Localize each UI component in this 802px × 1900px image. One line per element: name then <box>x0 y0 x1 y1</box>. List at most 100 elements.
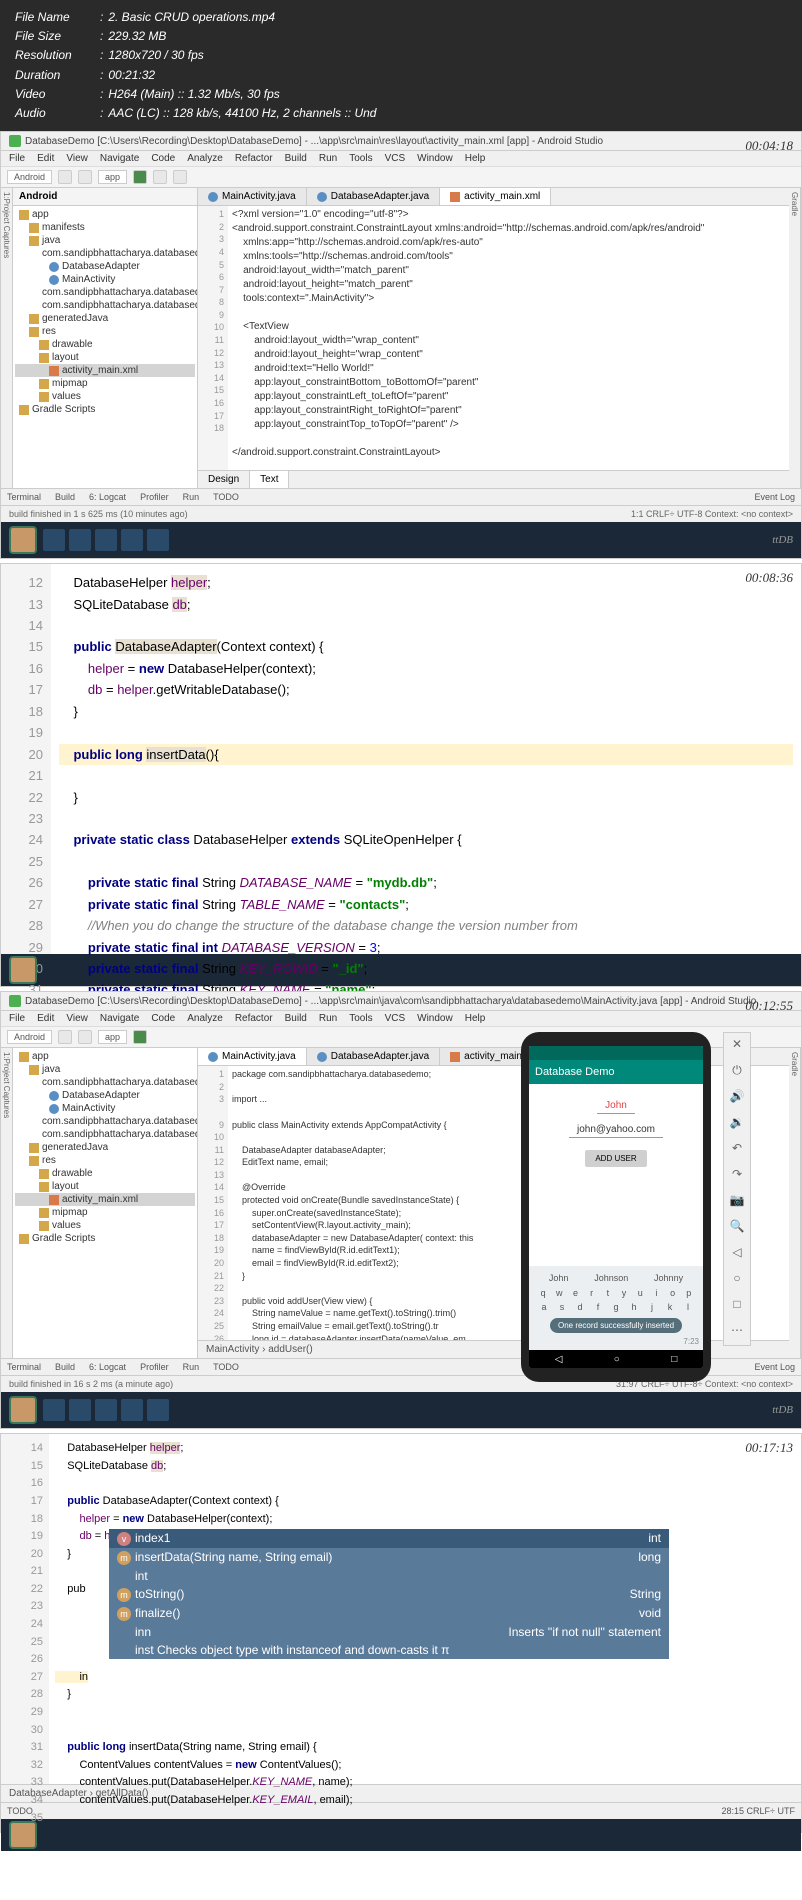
menu-build[interactable]: Build <box>285 153 307 164</box>
menu-file[interactable]: File <box>9 153 25 164</box>
code-editor[interactable]: 123456789101112131415161718 <?xml versio… <box>198 206 789 470</box>
ac-item[interactable]: vindex1int <box>109 1529 669 1548</box>
design-tab[interactable]: Design <box>198 471 250 488</box>
tab-terminal[interactable]: Terminal <box>7 492 41 502</box>
tab-profiler[interactable]: Profiler <box>140 492 169 502</box>
add-user-button[interactable]: ADD USER <box>585 1150 646 1167</box>
close-icon[interactable]: ✕ <box>728 1037 746 1055</box>
menu-tools[interactable]: Tools <box>349 153 372 164</box>
text-tab[interactable]: Text <box>250 471 289 488</box>
rotate-right-icon[interactable]: ↷ <box>728 1167 746 1185</box>
file-metadata-panel: File Name:2. Basic CRUD operations.mp4 F… <box>0 0 802 131</box>
tree-mipmap[interactable]: mipmap <box>15 377 195 390</box>
ac-item[interactable]: minsertData(String name, String email)lo… <box>109 1548 669 1567</box>
ac-item[interactable]: int <box>109 1567 669 1585</box>
nav-bar[interactable]: ◁○□ <box>529 1350 703 1368</box>
camera-icon[interactable]: 📷 <box>728 1193 746 1211</box>
left-gutter[interactable]: 1:Project Captures <box>1 1048 13 1358</box>
home-icon[interactable]: ○ <box>728 1271 746 1289</box>
android-studio-icon <box>9 995 21 1007</box>
bottom-tool-tabs: Terminal Build 6: Logcat Profiler Run TO… <box>1 488 801 505</box>
menu-run[interactable]: Run <box>319 153 337 164</box>
tree-cls1[interactable]: DatabaseAdapter <box>15 260 195 273</box>
tree-pkg2[interactable]: com.sandipbhattacharya.databasedemo (and… <box>15 286 195 299</box>
menu-navigate[interactable]: Navigate <box>100 153 139 164</box>
volume-up-icon[interactable]: 🔊 <box>728 1089 746 1107</box>
tab-todo[interactable]: TODO <box>213 492 239 502</box>
menu-window[interactable]: Window <box>417 153 453 164</box>
tree-activity-main[interactable]: activity_main.xml <box>15 364 195 377</box>
tree-values[interactable]: values <box>15 390 195 403</box>
toolbar-button[interactable] <box>58 170 72 184</box>
tab-logcat[interactable]: 6: Logcat <box>89 492 126 502</box>
menu-refactor[interactable]: Refactor <box>235 153 273 164</box>
right-gutter[interactable]: Gradle <box>789 188 801 488</box>
rotate-left-icon[interactable]: ↶ <box>728 1141 746 1159</box>
tree-java[interactable]: java <box>15 234 195 247</box>
module-dropdown[interactable]: app <box>98 170 127 184</box>
more-icon[interactable]: ⋯ <box>728 1323 746 1341</box>
right-gutter[interactable]: Gradle <box>789 1048 801 1358</box>
debug-button[interactable] <box>153 170 167 184</box>
code-editor[interactable]: 1213141516171819202122232425262728293031… <box>1 564 801 954</box>
tree-gen[interactable]: generatedJava <box>15 312 195 325</box>
tab-mainactivity[interactable]: MainActivity.java <box>198 188 307 205</box>
emulator-toolbar[interactable]: ✕ ⏻ 🔊 🔉 ↶ ↷ 📷 🔍 ◁ ○ □ ⋯ <box>723 1032 751 1346</box>
view-dropdown[interactable]: Android <box>7 170 52 184</box>
menu-code[interactable]: Code <box>151 153 175 164</box>
project-panel[interactable]: app java com.sandipbhattacharya.database… <box>13 1048 198 1358</box>
toolbar-button[interactable] <box>78 170 92 184</box>
menu-help[interactable]: Help <box>465 153 486 164</box>
menu-view[interactable]: View <box>66 153 88 164</box>
ide-menubar[interactable]: FileEditViewNavigateCodeAnalyzeRefactorB… <box>1 1011 801 1027</box>
ide-menubar[interactable]: File Edit View Navigate Code Analyze Ref… <box>1 151 801 167</box>
tree-pkg1[interactable]: com.sandipbhattacharya.databasedemo <box>15 247 195 260</box>
run-button[interactable] <box>133 170 147 184</box>
back-icon[interactable]: ◁ <box>728 1245 746 1263</box>
event-log[interactable]: Event Log <box>754 492 795 502</box>
tree-manifests[interactable]: manifests <box>15 221 195 234</box>
menu-vcs[interactable]: VCS <box>385 153 406 164</box>
tab-run[interactable]: Run <box>183 492 200 502</box>
instructor-avatar <box>9 1821 37 1849</box>
ac-item[interactable]: inst Checks object type with instanceof … <box>109 1641 669 1659</box>
tree-app[interactable]: app <box>15 208 195 221</box>
tree-cls2[interactable]: MainActivity <box>15 273 195 286</box>
taskbar-icon[interactable] <box>121 529 143 551</box>
tab-xml[interactable]: activity_main.xml <box>440 188 551 205</box>
left-gutter[interactable]: 1:Project Captures <box>1 188 13 488</box>
android-emulator[interactable]: Database Demo John john@yahoo.com ADD US… <box>521 1032 711 1382</box>
autocomplete-popup[interactable]: vindex1int minsertData(String name, Stri… <box>109 1529 669 1659</box>
toolbar-button[interactable] <box>173 170 187 184</box>
tree-gradle[interactable]: Gradle Scripts <box>15 403 195 416</box>
name-input[interactable]: John <box>597 1098 635 1114</box>
java-content[interactable]: DatabaseHelper helper; SQLiteDatabase db… <box>51 564 801 954</box>
xml-content[interactable]: <?xml version="1.0" encoding="utf-8"?> <… <box>228 206 789 470</box>
power-icon[interactable]: ⏻ <box>728 1063 746 1081</box>
volume-down-icon[interactable]: 🔉 <box>728 1115 746 1133</box>
menu-edit[interactable]: Edit <box>37 153 54 164</box>
overview-icon[interactable]: □ <box>728 1297 746 1315</box>
ac-item[interactable]: innInserts ''if not null'' statement <box>109 1623 669 1641</box>
tab-adapter[interactable]: DatabaseAdapter.java <box>307 1048 440 1065</box>
email-input[interactable]: john@yahoo.com <box>569 1122 663 1138</box>
tab-mainactivity[interactable]: MainActivity.java <box>198 1048 307 1065</box>
tab-adapter[interactable]: DatabaseAdapter.java <box>307 188 440 205</box>
taskbar-icon[interactable] <box>43 529 65 551</box>
tree-pkg3[interactable]: com.sandipbhattacharya.databasedemo (tes… <box>15 299 195 312</box>
taskbar-icon[interactable] <box>147 529 169 551</box>
tree-res[interactable]: res <box>15 325 195 338</box>
project-panel[interactable]: Android app manifests java com.sandipbha… <box>13 188 198 488</box>
taskbar-icon[interactable] <box>69 529 91 551</box>
tab-todo[interactable]: TODO <box>7 1806 33 1816</box>
ac-item[interactable]: mtoString()String <box>109 1585 669 1604</box>
ac-item[interactable]: mfinalize()void <box>109 1604 669 1623</box>
tab-build[interactable]: Build <box>55 492 75 502</box>
tree-layout[interactable]: layout <box>15 351 195 364</box>
menu-analyze[interactable]: Analyze <box>187 153 223 164</box>
timestamp: 00:12:55 <box>745 998 793 1014</box>
soft-keyboard[interactable]: John Johnson Johnny qwertyuiop asdfghjkl… <box>529 1266 703 1350</box>
zoom-icon[interactable]: 🔍 <box>728 1219 746 1237</box>
tree-drawable[interactable]: drawable <box>15 338 195 351</box>
taskbar-icon[interactable] <box>95 529 117 551</box>
